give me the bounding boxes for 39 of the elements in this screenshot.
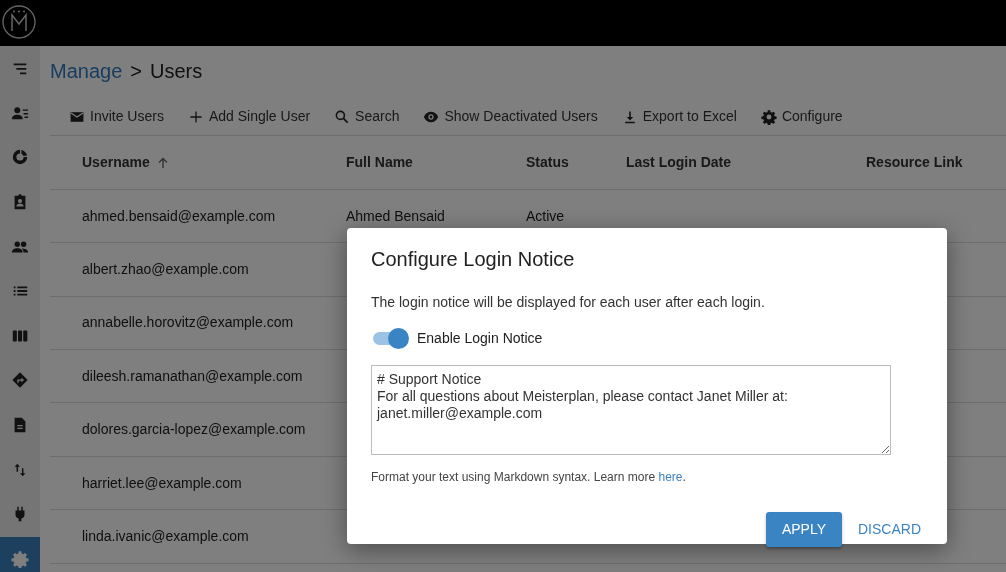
donut-icon: [11, 148, 29, 167]
apply-button[interactable]: APPLY: [765, 512, 842, 547]
toggle-label: Enable Login Notice: [417, 328, 543, 348]
settings-icon: [760, 108, 777, 125]
toolbar-button[interactable]: Configure: [751, 102, 852, 131]
discard-button[interactable]: DISCARD: [848, 512, 931, 547]
settings-icon: [11, 549, 29, 568]
page-title: Users: [149, 60, 203, 82]
search-icon: [334, 108, 351, 125]
column-header[interactable]: Username: [50, 136, 346, 190]
dialog-title: Configure Login Notice: [371, 247, 576, 272]
toggle-switch[interactable]: [371, 327, 409, 349]
username-cell: annabelle.horovitz@example.com: [82, 314, 294, 331]
name-cell: Ahmed Bensaid: [346, 207, 445, 224]
diamond-arrow-icon: [11, 371, 29, 390]
username-cell: dileesh.ramanathan@example.com: [82, 367, 303, 384]
notice-text-field[interactable]: # Support Notice For all questions about Meisterplan, please contact Janet Miller at: janet.miller@example.com: [371, 365, 891, 455]
username-cell: albert.zhao@example.com: [82, 260, 249, 277]
sidebar-item[interactable]: [0, 536, 40, 572]
column-header[interactable]: Full Name: [346, 136, 526, 190]
username-cell: dolores.garcia-lopez@example.com: [82, 421, 306, 438]
hint-text: Format your text using Markdown syntax. Learn more here.: [371, 469, 687, 486]
username-cell: harriet.lee@example.com: [82, 474, 242, 491]
column-header[interactable]: Status: [526, 136, 626, 190]
logo-icon: [2, 5, 36, 39]
toolbar-button[interactable]: Invite Users: [60, 102, 173, 131]
username-cell: linda.ivanic@example.com: [82, 527, 249, 544]
toolbar-button[interactable]: Show Deactivated Users: [414, 102, 607, 131]
status-cell: Active: [526, 207, 565, 224]
column-header[interactable]: Resource Link: [866, 136, 1006, 190]
username-cell: ahmed.bensaid@example.com: [82, 207, 276, 224]
toolbar-button[interactable]: Add Single User: [178, 102, 320, 131]
breadcrumb-link[interactable]: Manage: [50, 60, 123, 82]
column-header[interactable]: Last Login Date: [626, 136, 866, 190]
toolbar-button[interactable]: Search: [325, 102, 409, 131]
toolbar-button[interactable]: Export to Excel: [612, 102, 746, 131]
plus-icon: [187, 108, 204, 125]
dialog-description: The login notice will be displayed for each user after each login.: [371, 293, 766, 312]
breadcrumb-separator: >: [130, 60, 142, 82]
